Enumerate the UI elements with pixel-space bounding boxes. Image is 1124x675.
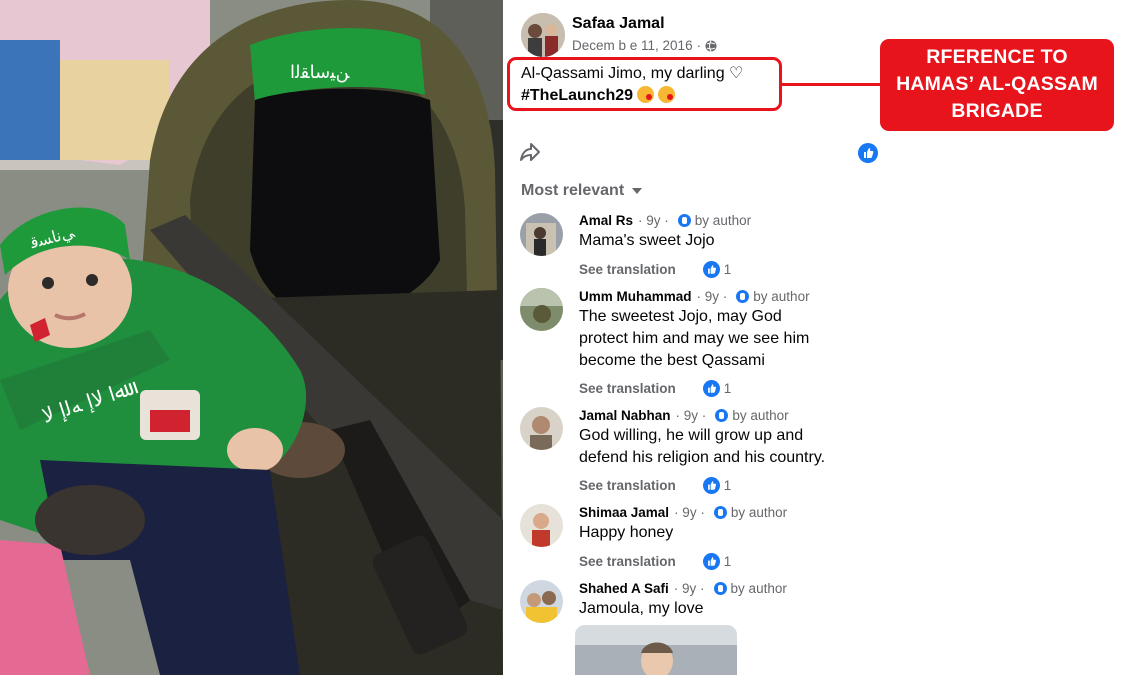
comment-text: Happy honey (579, 522, 879, 544)
comment-time[interactable]: · 9y · (638, 213, 669, 228)
see-translation-link[interactable]: See translation (579, 554, 676, 569)
comment-header: Shimaa Jamal · 9y · by author (579, 505, 787, 520)
avatar-photo (520, 504, 563, 547)
comment-time[interactable]: · 9y · (676, 408, 707, 423)
comment-reactions[interactable]: 1 (702, 553, 732, 570)
comment-line: The sweetest Jojo, may God (579, 308, 782, 325)
like-icon (702, 477, 720, 494)
post-text-line2: #TheLaunch29 (521, 85, 743, 107)
comment-header: Shahed A Safi · 9y · by author (579, 581, 787, 596)
commenter-avatar[interactable] (520, 504, 563, 547)
commenter-avatar[interactable] (520, 288, 563, 331)
meta-separator: · (696, 38, 702, 53)
comment-text: Mama's sweet Jojo (579, 230, 879, 252)
avatar-photo (520, 407, 563, 450)
comment-text: The sweetest Jojo, may God protect him a… (579, 306, 879, 372)
commenter-avatar[interactable] (520, 213, 563, 256)
kiss-emoji-icon (637, 86, 655, 103)
photo-illustration: ﻦﻴﺳﺎﻘﻟا ﷲا ﻻإ ﻪﻟإ ﻻ ﻲﻧﺎﺴﻗ (0, 0, 503, 675)
author-badge-label: by author (730, 505, 788, 520)
comment-actions: See translation 1 (579, 380, 731, 397)
callout-line1: RFERENCE TO (926, 46, 1068, 68)
comment-line: protect him and may we see him (579, 330, 810, 347)
see-translation-link[interactable]: See translation (579, 262, 676, 277)
author-badge-label: by author (694, 213, 752, 228)
post-meta: Decem b e 11, 2016 · (572, 38, 717, 53)
comment-attached-photo[interactable] (575, 625, 737, 675)
like-icon[interactable] (858, 143, 878, 163)
commenter-name[interactable]: Amal Rs (579, 213, 633, 228)
avatar-photo (521, 13, 565, 57)
see-translation-link[interactable]: See translation (579, 381, 676, 396)
comment-text: Jamoula, my love (579, 598, 879, 620)
comment-actions: See translation 1 (579, 261, 731, 278)
comment-time[interactable]: · 9y · (697, 289, 728, 304)
author-badge-icon (713, 582, 727, 595)
post-author-name[interactable]: Safaa Jamal (572, 15, 665, 33)
kiss-emoji-icon (658, 86, 676, 103)
post-panel: Safaa Jamal Decem b e 11, 2016 · Al-Qass… (503, 0, 1124, 675)
author-badge-icon (736, 290, 750, 303)
comment-text: God willing, he will grow up and defend … (579, 425, 899, 469)
callout-line3: BRIGADE (951, 100, 1043, 122)
commenter-name[interactable]: Jamal Nabhan (579, 408, 671, 423)
reaction-count: 1 (723, 478, 732, 493)
author-badge-icon (713, 506, 727, 519)
attached-photo-illustration (575, 625, 737, 675)
author-badge-label: by author (730, 581, 787, 596)
avatar-photo (520, 213, 563, 256)
comment-line: God willing, he will grow up and (579, 427, 804, 444)
svg-text:ﻦﻴﺳﺎﻘﻟا: ﻦﻴﺳﺎﻘﻟا (290, 62, 350, 83)
comment-line: become the best Qassami (579, 352, 765, 369)
avatar-photo (520, 580, 563, 623)
commenter-avatar[interactable] (520, 407, 563, 450)
author-badge-icon (715, 409, 729, 422)
post-text-line1: Al-Qassami Jimo, my darling ♡ (521, 65, 744, 82)
author-badge-label: by author (753, 289, 810, 304)
comment-reactions[interactable]: 1 (702, 380, 732, 397)
author-badge-icon (677, 214, 691, 227)
sort-label-text: Most relevant (521, 182, 625, 199)
post-hashtag[interactable]: #TheLaunch29 (521, 87, 633, 104)
caret-down-icon (632, 188, 643, 194)
commenter-name[interactable]: Umm Muhammad (579, 289, 692, 304)
avatar-photo (520, 288, 563, 331)
comment-line: Jamoula, my love (579, 600, 704, 617)
reaction-count: 1 (723, 262, 732, 277)
see-translation-link[interactable]: See translation (579, 478, 676, 493)
like-icon (702, 261, 720, 278)
comment-actions: See translation 1 (579, 477, 731, 494)
comment-time[interactable]: · 9y · (674, 581, 705, 596)
post-text: Al-Qassami Jimo, my darling ♡ #TheLaunch… (521, 63, 743, 107)
comment-sort-dropdown[interactable]: Most relevant (521, 182, 643, 200)
comment-reactions[interactable]: 1 (702, 261, 732, 278)
callout-line2: HAMAS’ AL-QASSAM (896, 73, 1098, 95)
reaction-count: 1 (723, 381, 732, 396)
comment-header: Amal Rs · 9y · by author (579, 213, 751, 228)
like-icon (702, 553, 720, 570)
comment-header: Jamal Nabhan · 9y · by author (579, 408, 789, 423)
like-icon (702, 380, 720, 397)
share-icon[interactable] (518, 140, 542, 164)
comment-line: Mama's sweet Jojo (579, 232, 715, 249)
comment-line: Happy honey (579, 524, 674, 541)
callout-connector (782, 83, 882, 86)
comment-line: defend his religion and his country. (579, 449, 826, 466)
comment-actions: See translation 1 (579, 553, 731, 570)
post-photo: ﻦﻴﺳﺎﻘﻟا ﷲا ﻻإ ﻪﻟإ ﻻ ﻲﻧﺎﺴﻗ (0, 0, 503, 675)
comment-reactions[interactable]: 1 (702, 477, 732, 494)
commenter-avatar[interactable] (520, 580, 563, 623)
commenter-name[interactable]: Shimaa Jamal (579, 505, 669, 520)
comment-header: Umm Muhammad · 9y · by author (579, 289, 810, 304)
author-badge-label: by author (732, 408, 789, 423)
annotation-callout: RFERENCE TO HAMAS’ AL-QASSAM BRIGADE (880, 39, 1114, 131)
globe-icon (705, 39, 717, 52)
reaction-count: 1 (723, 554, 732, 569)
post-author-avatar[interactable] (521, 13, 565, 57)
post-date[interactable]: Decem b e 11, 2016 (572, 38, 693, 53)
commenter-name[interactable]: Shahed A Safi (579, 581, 669, 596)
comment-time[interactable]: · 9y · (674, 505, 705, 520)
